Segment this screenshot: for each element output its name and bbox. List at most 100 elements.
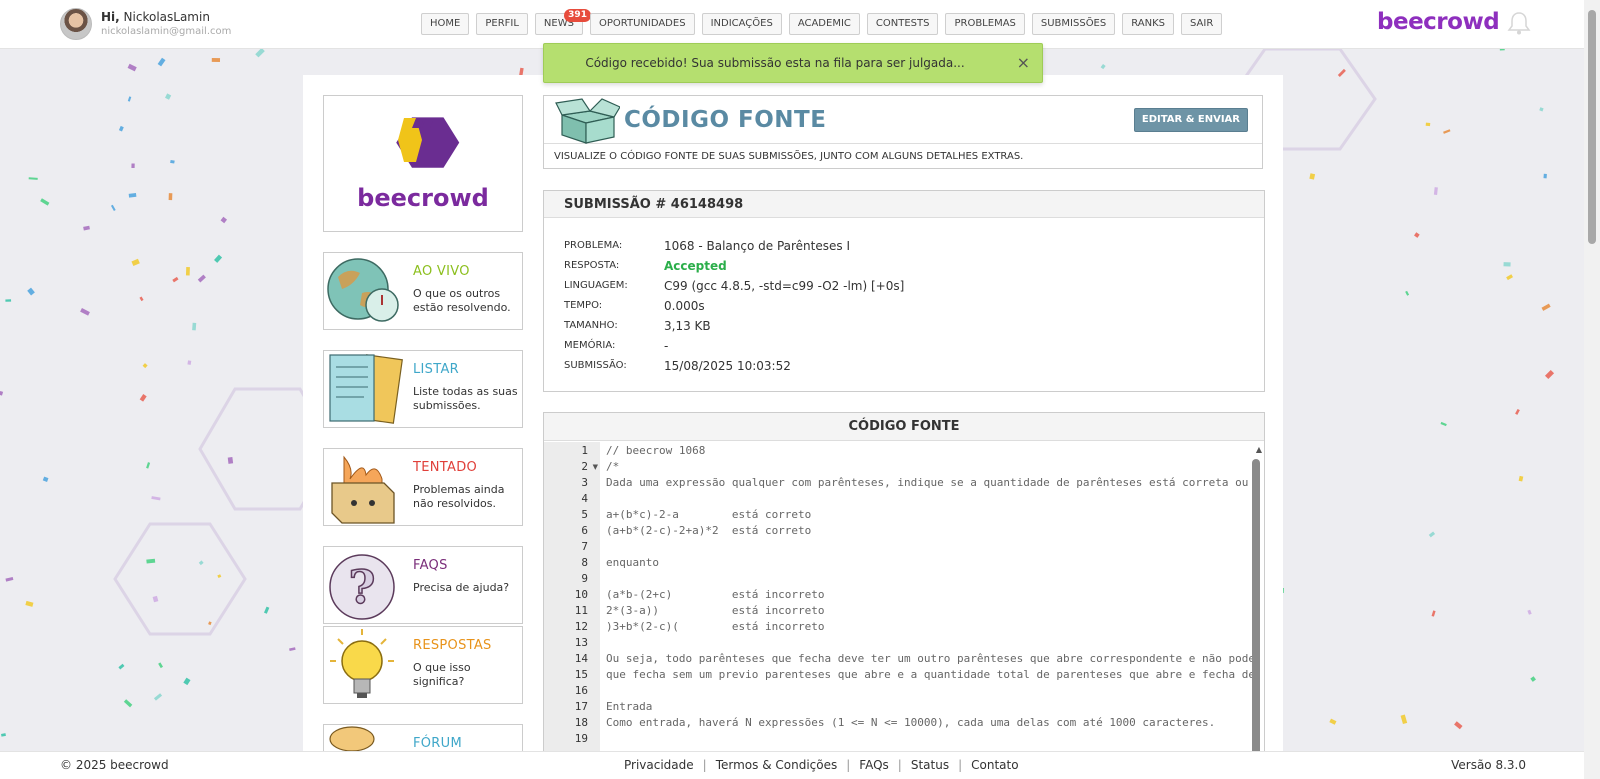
detail-value: 3,13 KB (664, 319, 711, 333)
confetti-piece (1, 733, 6, 737)
sidebar-item-label: RESPOSTAS (413, 638, 492, 653)
confetti-piece (153, 693, 163, 701)
sidebar-item-label: TENTADO (413, 460, 478, 475)
hexagon-decoration (113, 522, 247, 636)
separator: | (958, 758, 963, 772)
code-line: )3+b*(2-c)( está incorreto (606, 620, 825, 633)
burning-box-icon (331, 455, 395, 524)
bell-icon[interactable] (1506, 10, 1532, 36)
sidebar-item-ao-vivo[interactable]: AO VIVO O que os outros estão resolvendo… (323, 252, 523, 330)
footer: © 2025 beecrowd Privacidade | Termos & Co… (0, 751, 1584, 779)
sidebar-item-faqs[interactable]: ? FAQS Precisa de ajuda? (323, 546, 523, 624)
detail-label: MEMÓRIA: (564, 340, 616, 351)
code-line: Entrada (606, 700, 653, 713)
submission-details: SUBMISSÃO # 46148498 PROBLEMA: 1068 - Ba… (543, 190, 1265, 392)
brand-logo[interactable]: beecrowd (1377, 9, 1500, 35)
sidebar-item-listar[interactable]: LISTAR Liste todas as suas submissões. (323, 350, 523, 428)
nav-perfil[interactable]: PERFIL (476, 13, 528, 35)
footer-link-faqs[interactable]: FAQs (859, 758, 889, 772)
code-scrollbar[interactable] (1252, 459, 1260, 756)
confetti-piece (211, 57, 221, 63)
user-info[interactable]: Hi, NickolasLamin nickolaslamin@gmail.co… (60, 8, 231, 40)
confetti-piece (131, 258, 140, 267)
confetti-piece (208, 621, 212, 626)
line-number: 2 (581, 460, 588, 473)
line-number: 12 (574, 620, 588, 633)
confetti-piece (146, 558, 156, 564)
footer-link-contato[interactable]: Contato (971, 758, 1018, 772)
confetti-piece (83, 225, 90, 231)
confetti-piece (220, 216, 228, 224)
nav-indicacoes[interactable]: INDICAÇÕES (701, 13, 782, 35)
confetti-piece (1530, 676, 1536, 682)
avatar[interactable] (60, 8, 92, 40)
detail-value: - (664, 339, 669, 353)
footer-link-termos[interactable]: Termos & Condições (716, 758, 838, 772)
nav-academic[interactable]: ACADEMIC (788, 13, 860, 35)
detail-value: 15/08/2025 10:03:52 (664, 359, 791, 373)
sidebar-logo-text: beecrowd (357, 184, 489, 212)
confetti-piece (131, 163, 135, 169)
sidebar-item-tentado[interactable]: TENTADO Problemas ainda não resolvidos. (323, 448, 523, 526)
code-line: // beecrow 1068 (606, 444, 706, 457)
confetti-piece (5, 299, 12, 302)
confetti-piece (1544, 369, 1555, 380)
line-number-gutter: 1 2 ▼ 3 4 5 6 7 8 9 10 11 12 13 14 15 16 17 18 19 (544, 442, 600, 756)
edit-and-submit-button[interactable]: EDITAR & ENVIAR (1133, 108, 1248, 132)
globe-icon (327, 258, 399, 322)
confetti-piece (1499, 49, 1505, 51)
confetti-piece (1527, 609, 1532, 615)
confetti-piece (172, 276, 179, 283)
nav-home[interactable]: HOME (421, 13, 470, 35)
nav-ranks[interactable]: RANKS (1122, 13, 1175, 35)
sidebar-item-label: LISTAR (413, 362, 459, 377)
page-subtitle: VISUALIZE O CÓDIGO FONTE DE SUAS SUBMISS… (554, 151, 1024, 162)
confetti-piece (227, 457, 234, 464)
detail-label: RESPOSTA: (564, 260, 620, 271)
fold-arrow-icon[interactable]: ▼ (593, 463, 598, 471)
line-number: 17 (574, 700, 588, 713)
code-line: a+(b*c)-2-a está correto (606, 508, 812, 521)
line-number: 19 (574, 732, 588, 745)
footer-link-status[interactable]: Status (911, 758, 949, 772)
nav-submissoes[interactable]: SUBMISSÕES (1031, 13, 1116, 35)
detail-label: LINGUAGEM: (564, 280, 628, 291)
confetti-piece (1543, 173, 1547, 179)
confetti-piece (165, 93, 172, 100)
open-box-icon (555, 98, 620, 144)
confetti-piece (128, 193, 137, 198)
problem-link[interactable]: 1068 - Balanço de Parênteses I (664, 239, 850, 253)
code-line: (a*b-(2+c) está incorreto (606, 588, 825, 601)
confetti-piece (1405, 290, 1410, 296)
nav-contests[interactable]: CONTESTS (866, 13, 939, 35)
confetti-piece (1400, 714, 1408, 725)
nav-news[interactable]: NEWS 391 (534, 9, 591, 35)
confetti-piece (1428, 531, 1436, 538)
footer-link-privacidade[interactable]: Privacidade (624, 758, 694, 772)
confetti-piece (5, 576, 14, 582)
confetti-piece (264, 606, 270, 614)
line-number: 1 (581, 444, 588, 457)
page-scrollbar-thumb[interactable] (1588, 10, 1596, 244)
sidebar-logo[interactable]: beecrowd (323, 95, 523, 232)
nav-oportunidades[interactable]: OPORTUNIDADES (589, 13, 695, 35)
sidebar-item-desc: O que isso significa? (413, 661, 471, 688)
sidebar-item-label: AO VIVO (413, 264, 470, 279)
detail-label: TAMANHO: (564, 320, 618, 331)
footer-links: Privacidade | Termos & Condições | FAQs | S… (624, 758, 1019, 772)
close-icon[interactable]: × (1017, 53, 1030, 72)
line-number: 11 (574, 604, 588, 617)
confetti-piece (0, 390, 4, 396)
user-email: nickolaslamin@gmail.com (101, 26, 232, 37)
code-editor[interactable]: 1 2 ▼ 3 4 5 6 7 8 9 10 11 12 13 14 15 16 17 18 19 // beecro… (544, 442, 1264, 756)
detail-value: C99 (gcc 4.8.5, -std=c99 -O2 -lm) [+0s] (664, 279, 905, 293)
confetti-piece (139, 296, 144, 302)
sidebar-item-respostas[interactable]: RESPOSTAS O que isso significa? (323, 626, 523, 704)
code-line: /* (606, 460, 620, 473)
nav-sair[interactable]: SAIR (1181, 13, 1223, 35)
page-scrollbar[interactable] (1584, 0, 1600, 779)
scroll-up-icon[interactable]: ▲ (1256, 445, 1262, 454)
confetti-piece (152, 595, 159, 603)
nav-problemas[interactable]: PROBLEMAS (945, 13, 1025, 35)
confetti-piece (1433, 187, 1438, 196)
